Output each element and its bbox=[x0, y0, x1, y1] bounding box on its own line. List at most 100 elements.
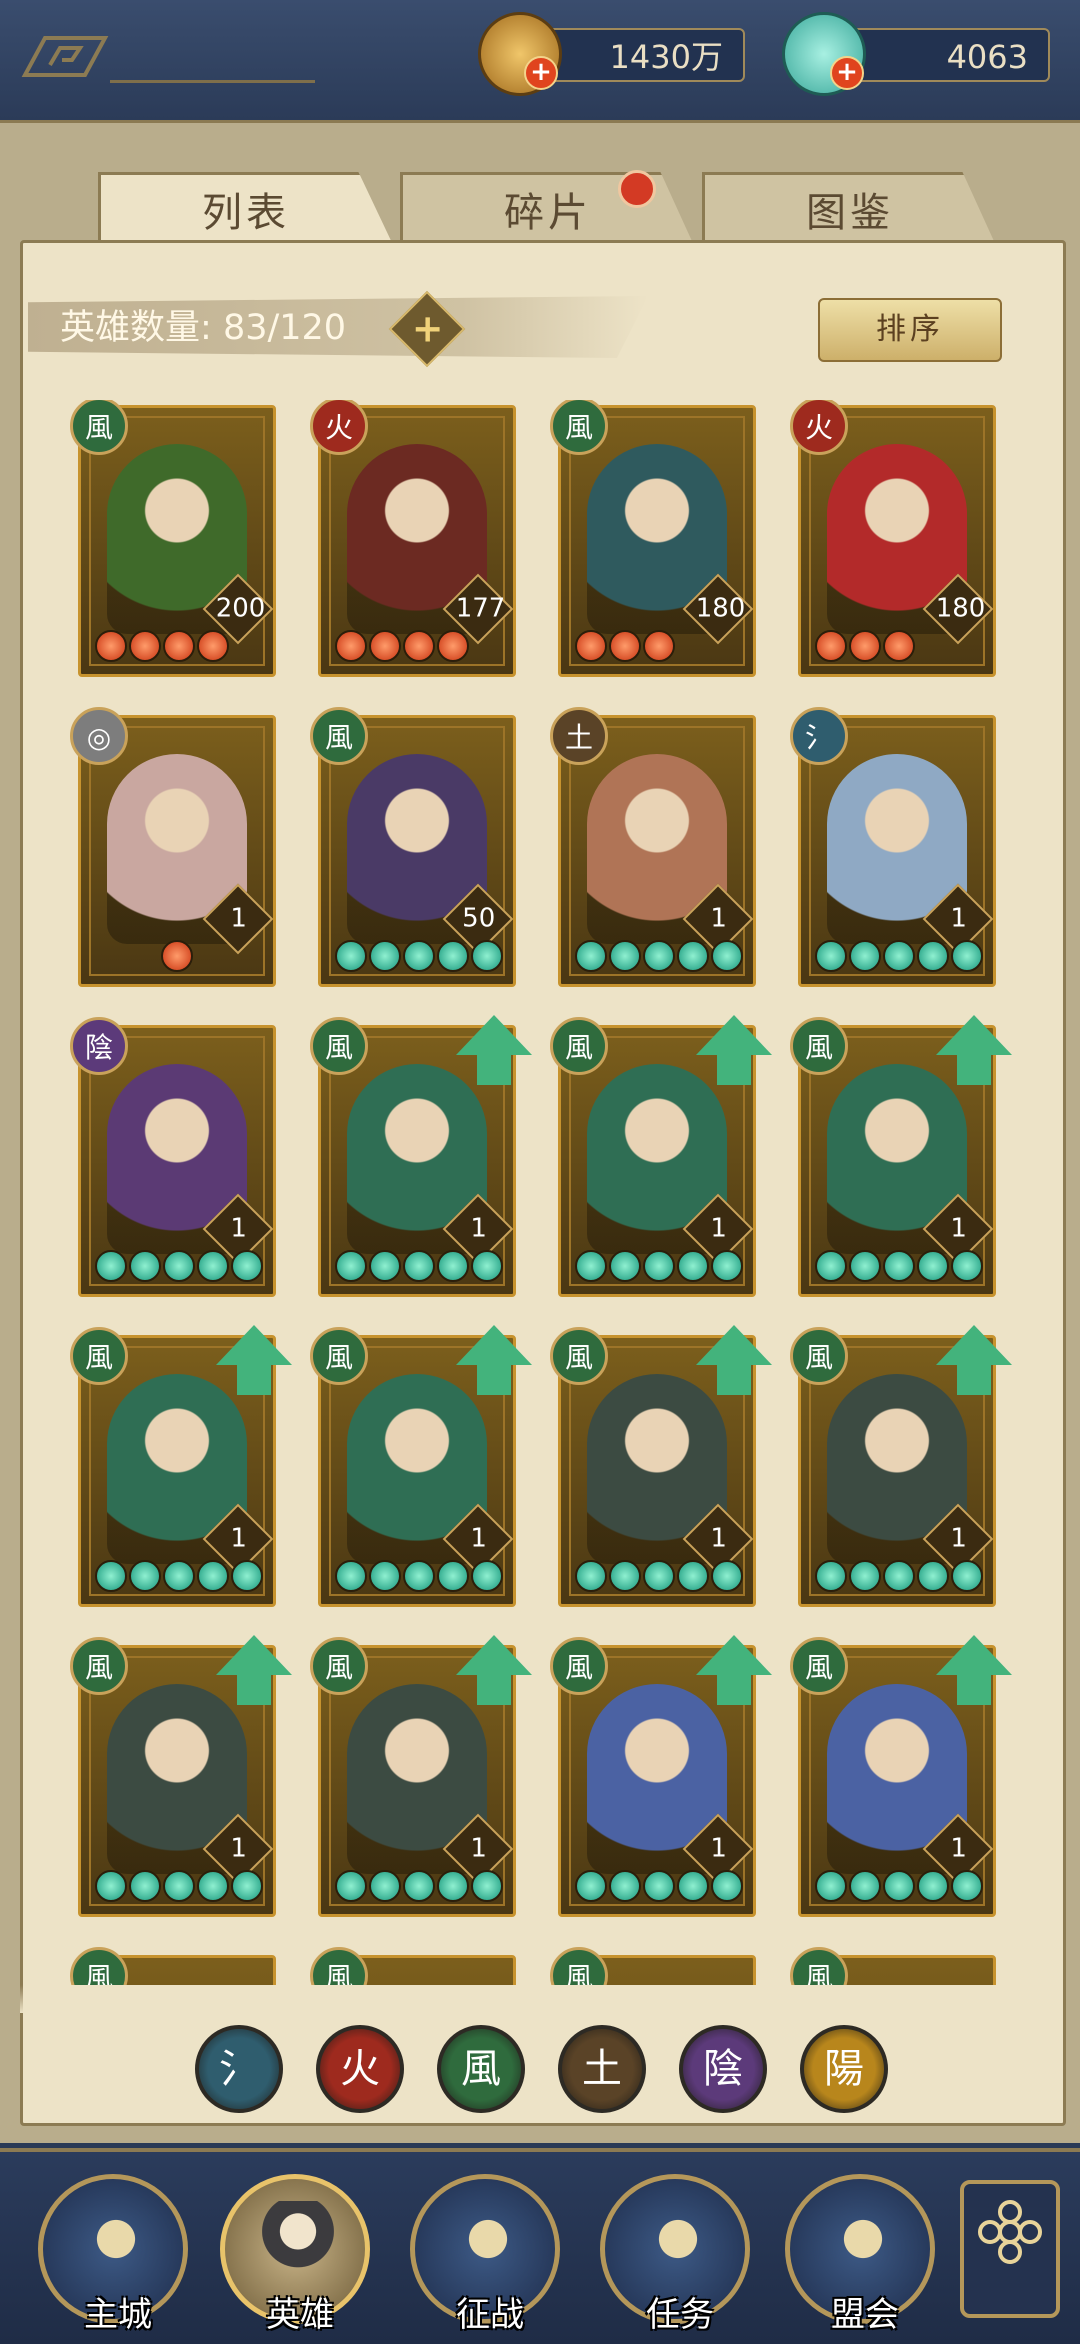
star-orb-icon bbox=[369, 940, 401, 972]
more-menu-button[interactable] bbox=[960, 2180, 1060, 2318]
element-wind-icon: 風 bbox=[550, 1637, 608, 1695]
element-wind-icon: 風 bbox=[790, 1017, 848, 1075]
nav-hero-button[interactable]: 英雄 bbox=[220, 2174, 370, 2335]
star-orb-icon bbox=[95, 1560, 127, 1592]
filter-water-button[interactable]: 氵 bbox=[195, 2025, 283, 2113]
upgrade-arrow-icon bbox=[456, 1635, 532, 1675]
star-orb-icon bbox=[849, 1870, 881, 1902]
star-orb-icon bbox=[815, 1250, 847, 1282]
hero-level: 1 bbox=[470, 1523, 487, 1554]
element-wind-icon: 風 bbox=[550, 1327, 608, 1385]
upgrade-arrow-stem bbox=[477, 1055, 511, 1085]
star-orb-icon bbox=[815, 1560, 847, 1592]
hero-star-orbs bbox=[815, 1870, 983, 1904]
star-orb-icon bbox=[849, 1250, 881, 1282]
star-orb-icon bbox=[163, 1560, 195, 1592]
star-orb-icon bbox=[711, 1250, 743, 1282]
upgrade-arrow-icon bbox=[696, 1635, 772, 1675]
add-coins-button[interactable]: + bbox=[524, 56, 558, 90]
star-orb-icon bbox=[815, 1870, 847, 1902]
star-orb-icon bbox=[197, 1250, 229, 1282]
tab-codex[interactable]: 图鉴 bbox=[702, 172, 998, 250]
star-orb-icon bbox=[609, 1250, 641, 1282]
hero-level: 1 bbox=[950, 1833, 967, 1864]
star-orb-icon bbox=[335, 1560, 367, 1592]
element-wind-icon: 風 bbox=[310, 1947, 368, 1985]
hero-star-orbs bbox=[815, 1250, 983, 1284]
element-filter-bar: 氵火風土陰陽 bbox=[0, 2025, 1080, 2113]
star-orb-icon bbox=[677, 1250, 709, 1282]
filter-yin-button[interactable]: 陰 bbox=[679, 2025, 767, 2113]
coin-value: 1430万 bbox=[609, 38, 723, 76]
upgrade-arrow-stem bbox=[237, 1675, 271, 1705]
star-orb-icon bbox=[883, 630, 915, 662]
hero-star-orbs bbox=[575, 940, 743, 974]
hero-star-orbs bbox=[335, 630, 469, 664]
star-orb-icon bbox=[129, 1560, 161, 1592]
hero-level: 1 bbox=[230, 1523, 247, 1554]
star-orb-icon bbox=[161, 940, 193, 972]
star-orb-icon bbox=[437, 1870, 469, 1902]
nav-guild-button[interactable]: 盟会 bbox=[785, 2174, 935, 2335]
element-wind-icon: 風 bbox=[550, 1017, 608, 1075]
star-orb-icon bbox=[197, 1870, 229, 1902]
star-orb-icon bbox=[129, 1870, 161, 1902]
star-orb-icon bbox=[643, 1870, 675, 1902]
element-wind-icon: 風 bbox=[310, 707, 368, 765]
star-orb-icon bbox=[369, 1870, 401, 1902]
element-water-icon: 氵 bbox=[790, 707, 848, 765]
star-orb-icon bbox=[917, 940, 949, 972]
star-orb-icon bbox=[163, 1870, 195, 1902]
star-orb-icon bbox=[335, 1250, 367, 1282]
filter-yang-button[interactable]: 陽 bbox=[800, 2025, 888, 2113]
filter-wind-button[interactable]: 風 bbox=[437, 2025, 525, 2113]
tab-codex-label: 图鉴 bbox=[806, 190, 894, 236]
sort-button[interactable]: 排序 bbox=[818, 298, 1002, 362]
nav-task-button[interactable]: 任务 bbox=[600, 2174, 750, 2335]
star-orb-icon bbox=[231, 1560, 263, 1592]
upgrade-arrow-icon bbox=[216, 1325, 292, 1365]
pattern-logo-icon bbox=[21, 36, 109, 77]
nav-label: 盟会 bbox=[831, 2295, 899, 2335]
star-orb-icon bbox=[437, 630, 469, 662]
hero-level: 1 bbox=[470, 1833, 487, 1864]
nav-castle-button[interactable]: 主城 bbox=[38, 2174, 188, 2335]
tab-fragments-label: 碎片 bbox=[504, 190, 592, 236]
hero-level: 1 bbox=[230, 1213, 247, 1244]
hero-star-orbs bbox=[575, 1870, 743, 1904]
hero-level: 1 bbox=[230, 1833, 247, 1864]
upgrade-arrow-stem bbox=[957, 1055, 991, 1085]
flower-icon bbox=[978, 2200, 1042, 2264]
hero-level: 1 bbox=[950, 1213, 967, 1244]
star-orb-icon bbox=[403, 1560, 435, 1592]
star-orb-icon bbox=[643, 1250, 675, 1282]
star-orb-icon bbox=[471, 1250, 503, 1282]
star-orb-icon bbox=[437, 940, 469, 972]
hero-level: 1 bbox=[710, 903, 727, 934]
star-orb-icon bbox=[643, 630, 675, 662]
element-wind-icon: 風 bbox=[70, 1637, 128, 1695]
star-orb-icon bbox=[917, 1560, 949, 1592]
star-orb-icon bbox=[335, 630, 367, 662]
star-orb-icon bbox=[335, 940, 367, 972]
star-orb-icon bbox=[609, 940, 641, 972]
add-jade-button[interactable]: + bbox=[830, 56, 864, 90]
star-orb-icon bbox=[951, 1250, 983, 1282]
filter-fire-button[interactable]: 火 bbox=[316, 2025, 404, 2113]
star-orb-icon bbox=[575, 1250, 607, 1282]
tab-list[interactable]: 列表 bbox=[98, 172, 394, 247]
upgrade-arrow-stem bbox=[237, 1365, 271, 1395]
star-orb-icon bbox=[369, 1560, 401, 1592]
element-cloud-icon: ◎ bbox=[70, 707, 128, 765]
star-orb-icon bbox=[95, 630, 127, 662]
star-orb-icon bbox=[677, 1870, 709, 1902]
star-orb-icon bbox=[951, 1560, 983, 1592]
nav-battle-button[interactable]: 征战 bbox=[410, 2174, 560, 2335]
star-orb-icon bbox=[883, 1250, 915, 1282]
hero-star-orbs bbox=[575, 1250, 743, 1284]
star-orb-icon bbox=[197, 1560, 229, 1592]
hero-star-orbs bbox=[161, 940, 193, 974]
hero-level: 1 bbox=[230, 903, 247, 934]
upgrade-arrow-stem bbox=[957, 1675, 991, 1705]
filter-earth-button[interactable]: 土 bbox=[558, 2025, 646, 2113]
